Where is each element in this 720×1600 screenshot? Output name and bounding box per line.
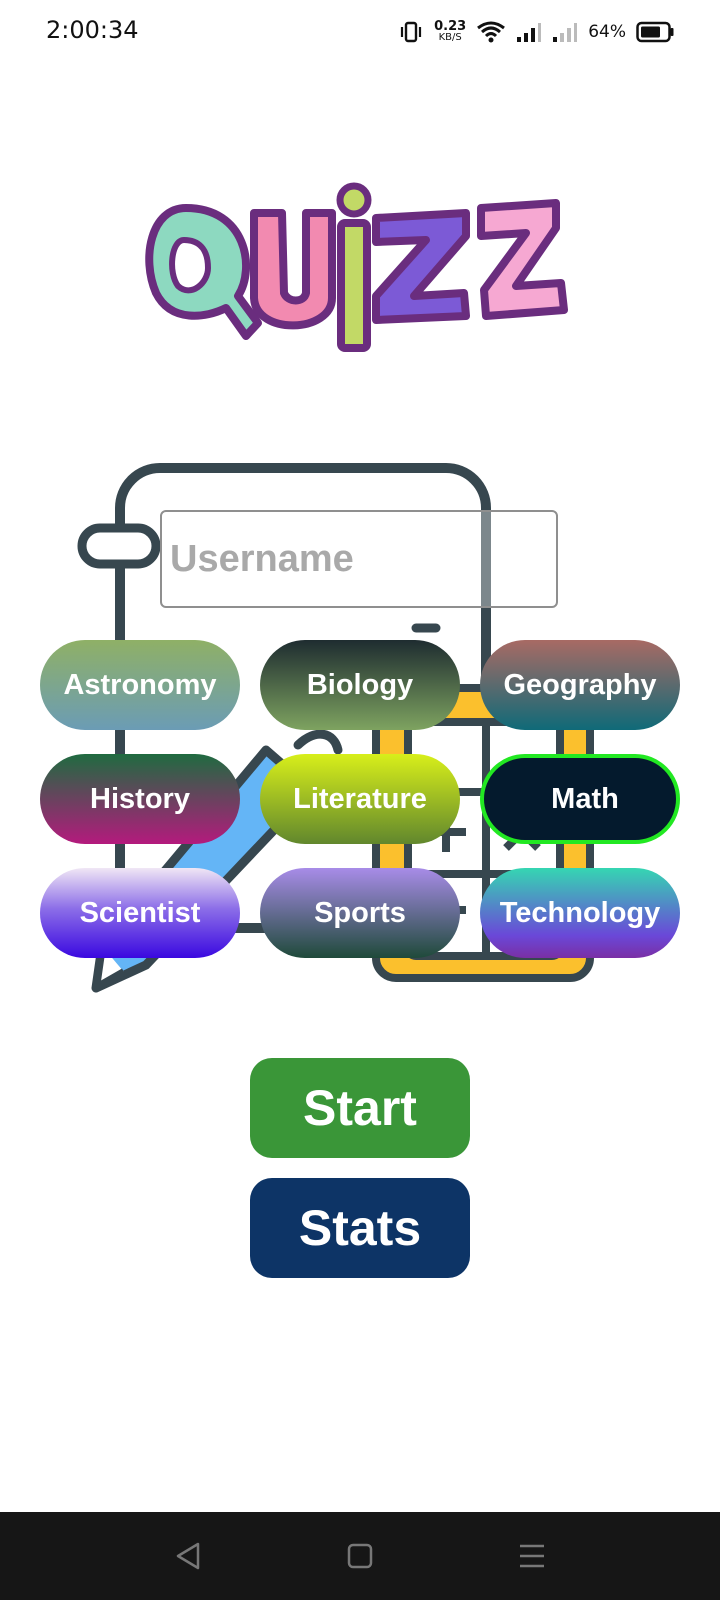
category-sports-button[interactable]: Sports	[260, 868, 460, 958]
category-technology-button[interactable]: Technology	[480, 868, 680, 958]
network-speed-unit: KB/S	[438, 32, 462, 43]
category-biology-button[interactable]: Biology	[260, 640, 460, 730]
category-astronomy-button[interactable]: Astronomy	[40, 640, 240, 730]
quizz-logo	[145, 182, 568, 352]
category-literature-button[interactable]: Literature	[260, 754, 460, 844]
category-math-button[interactable]: Math	[480, 754, 680, 844]
signal-icon-sim2	[553, 23, 578, 42]
logo-letter-z1	[372, 209, 470, 324]
back-triangle-icon[interactable]	[170, 1538, 206, 1574]
wifi-icon	[477, 21, 506, 43]
start-button[interactable]: Start	[250, 1058, 470, 1158]
logo-letter-u	[250, 209, 336, 330]
logo-letter-i-dot	[336, 182, 372, 218]
logo-letter-q	[145, 204, 262, 340]
stats-button[interactable]: Stats	[250, 1178, 470, 1278]
username-input[interactable]	[160, 510, 558, 608]
battery-icon	[636, 21, 674, 43]
status-bar: 2:00:34 0.23 KB/S 64%	[0, 0, 720, 64]
signal-icon-sim1	[517, 23, 542, 42]
battery-percent: 64%	[588, 22, 626, 42]
status-icons: 0.23 KB/S 64%	[398, 14, 674, 50]
logo-letter-i	[337, 219, 371, 352]
logo-letter-z2	[477, 199, 568, 320]
status-time: 2:00:34	[46, 16, 139, 44]
system-nav-bar	[0, 1512, 720, 1600]
menu-lines-icon[interactable]	[514, 1538, 550, 1574]
category-geography-button[interactable]: Geography	[480, 640, 680, 730]
vibrate-icon	[401, 21, 422, 43]
network-speed: 0.23 KB/S	[434, 19, 467, 43]
category-history-button[interactable]: History	[40, 754, 240, 844]
home-square-icon[interactable]	[342, 1538, 378, 1574]
network-speed-value: 0.23	[434, 19, 467, 34]
category-scientist-button[interactable]: Scientist	[40, 868, 240, 958]
